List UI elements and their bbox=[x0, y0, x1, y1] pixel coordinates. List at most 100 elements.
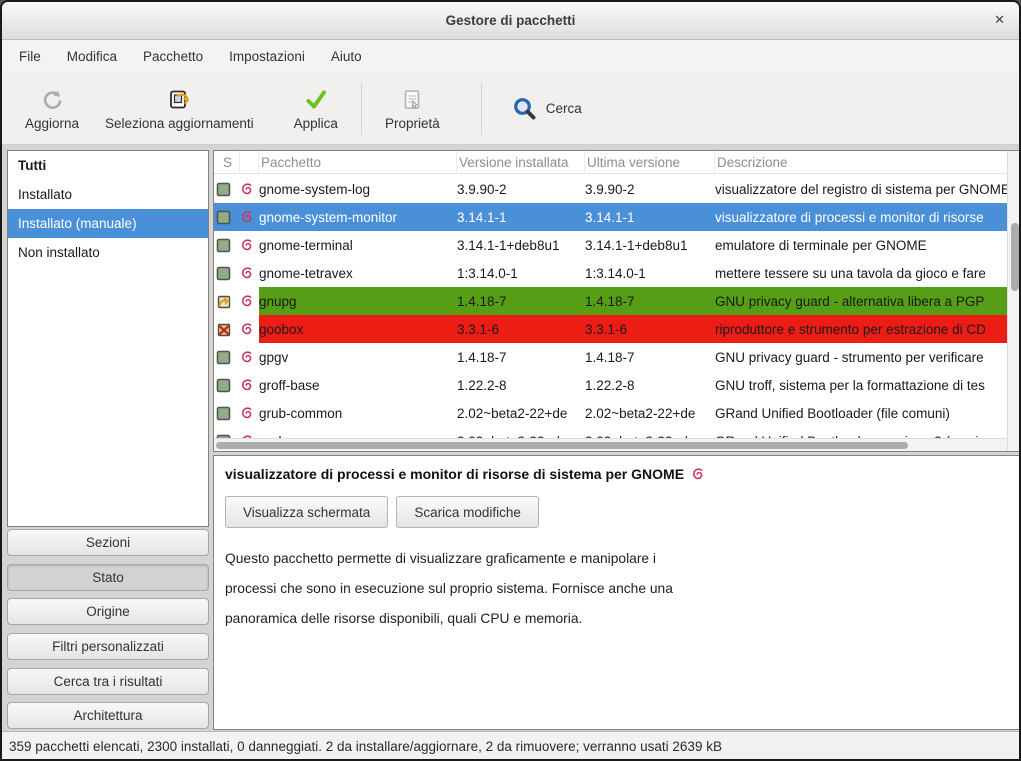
reload-button[interactable]: Aggiorna bbox=[12, 77, 92, 141]
horizontal-scrollbar-thumb[interactable] bbox=[216, 442, 908, 449]
installed-version: 2.02~beta2-22+de bbox=[457, 399, 585, 427]
filter-list: Tutti Installato Installato (manuale) No… bbox=[7, 150, 209, 527]
package-name: groff-base bbox=[259, 371, 457, 399]
status-button[interactable]: Stato bbox=[7, 564, 209, 591]
description-line: Questo pacchetto permette di visualizzar… bbox=[225, 544, 1021, 574]
status-installed-icon[interactable] bbox=[214, 175, 240, 203]
vertical-scrollbar-thumb[interactable] bbox=[1011, 223, 1019, 291]
synaptic-window: Gestore di pacchetti ✕ File Modifica Pac… bbox=[0, 0, 1021, 761]
debian-swirl-icon bbox=[240, 343, 259, 371]
table-row-selected[interactable]: gnome-system-monitor 3.14.1-1 3.14.1-1 v… bbox=[214, 203, 1008, 231]
debian-swirl-icon bbox=[240, 371, 259, 399]
menu-pacchetto[interactable]: Pacchetto bbox=[130, 43, 216, 70]
table-row[interactable]: gnome-tetravex 1:3.14.0-1 1:3.14.0-1 met… bbox=[214, 259, 1008, 287]
status-installed-icon[interactable] bbox=[214, 399, 240, 427]
column-header-installed-version[interactable]: Versione installata bbox=[457, 151, 585, 173]
package-description: GNU privacy guard - alternativa libera a… bbox=[715, 287, 1008, 315]
debian-swirl-icon bbox=[240, 203, 259, 231]
search-icon bbox=[512, 96, 537, 121]
package-name: gnome-system-monitor bbox=[259, 203, 457, 231]
latest-version: 1:3.14.0-1 bbox=[585, 259, 715, 287]
column-header-status[interactable]: S bbox=[214, 151, 240, 173]
filter-item-installato[interactable]: Installato bbox=[8, 180, 208, 209]
sections-button[interactable]: Sezioni bbox=[7, 529, 209, 556]
debian-swirl-icon bbox=[691, 467, 705, 481]
installed-version: 1:3.14.0-1 bbox=[457, 259, 585, 287]
close-icon[interactable]: ✕ bbox=[994, 12, 1005, 28]
debian-swirl-icon bbox=[240, 259, 259, 287]
debian-swirl-icon bbox=[240, 315, 259, 343]
latest-version: 1.4.18-7 bbox=[585, 343, 715, 371]
table-row-marked-reinstall[interactable]: gnupg 1.4.18-7 1.4.18-7 GNU privacy guar… bbox=[214, 287, 1008, 315]
installed-version: 3.3.1-6 bbox=[457, 315, 585, 343]
filter-item-non-installato[interactable]: Non installato bbox=[8, 238, 208, 267]
properties-button[interactable]: Proprietà bbox=[372, 77, 453, 141]
select-upgrades-icon bbox=[166, 87, 192, 113]
table-row-marked-removal[interactable]: goobox 3.3.1-6 3.3.1-6 riproduttore e st… bbox=[214, 315, 1008, 343]
changelog-button[interactable]: Scarica modifiche bbox=[396, 496, 539, 528]
package-name: gnome-system-log bbox=[259, 175, 457, 203]
architecture-button[interactable]: Architettura bbox=[7, 702, 209, 729]
search-results-button[interactable]: Cerca tra i risultati bbox=[7, 668, 209, 695]
description-line: processi che sono in esecuzione sul prop… bbox=[225, 574, 1021, 604]
origin-button[interactable]: Origine bbox=[7, 598, 209, 625]
table-row[interactable]: groff-base 1.22.2-8 1.22.2-8 GNU troff, … bbox=[214, 371, 1008, 399]
status-installed-icon[interactable] bbox=[214, 203, 240, 231]
menu-bar: File Modifica Pacchetto Impostazioni Aiu… bbox=[2, 40, 1019, 73]
status-installed-icon[interactable] bbox=[214, 259, 240, 287]
latest-version: 3.9.90-2 bbox=[585, 175, 715, 203]
installed-version: 1.4.18-7 bbox=[457, 343, 585, 371]
properties-icon bbox=[399, 87, 425, 113]
status-text: 359 pacchetti elencati, 2300 installati,… bbox=[9, 739, 722, 754]
detail-title: visualizzatore di processi e monitor di … bbox=[225, 466, 1021, 482]
debian-swirl-icon bbox=[240, 399, 259, 427]
table-row[interactable]: grub-common 2.02~beta2-22+de 2.02~beta2-… bbox=[214, 399, 1008, 427]
search-button[interactable]: Cerca bbox=[500, 90, 594, 127]
reload-label: Aggiorna bbox=[25, 116, 79, 131]
installed-version: 1.4.18-7 bbox=[457, 287, 585, 315]
column-header-description[interactable]: Descrizione bbox=[715, 151, 1008, 173]
apply-button[interactable]: Applica bbox=[281, 77, 351, 141]
debian-swirl-icon bbox=[240, 287, 259, 315]
menu-file[interactable]: File bbox=[6, 43, 54, 70]
horizontal-scrollbar[interactable] bbox=[214, 438, 1008, 451]
table-row[interactable]: gnome-system-log 3.9.90-2 3.9.90-2 visua… bbox=[214, 175, 1008, 203]
status-installed-icon[interactable] bbox=[214, 231, 240, 259]
latest-version: 3.3.1-6 bbox=[585, 315, 715, 343]
status-installed-icon[interactable] bbox=[214, 343, 240, 371]
column-header-package[interactable]: Pacchetto bbox=[259, 151, 457, 173]
table-row[interactable]: gnome-terminal 3.14.1-1+deb8u1 3.14.1-1+… bbox=[214, 231, 1008, 259]
details-pane: visualizzatore di processi e monitor di … bbox=[213, 455, 1021, 730]
latest-version: 3.14.1-1 bbox=[585, 203, 715, 231]
mark-upgrades-button[interactable]: Seleziona aggiornamenti bbox=[92, 77, 267, 141]
table-row[interactable]: gpgv 1.4.18-7 1.4.18-7 GNU privacy guard… bbox=[214, 343, 1008, 371]
menu-impostazioni[interactable]: Impostazioni bbox=[216, 43, 318, 70]
custom-filters-button[interactable]: Filtri personalizzati bbox=[7, 633, 209, 660]
mark-upgrades-label: Seleziona aggiornamenti bbox=[105, 116, 254, 131]
menu-modifica[interactable]: Modifica bbox=[54, 43, 130, 70]
package-description: GRand Unified Bootloader (file comuni) bbox=[715, 399, 1008, 427]
package-table: S Pacchetto Versione installata Ultima v… bbox=[213, 150, 1021, 452]
status-remove-icon[interactable] bbox=[214, 315, 240, 343]
filter-item-installato-manuale[interactable]: Installato (manuale) bbox=[8, 209, 208, 238]
package-description: emulatore di terminale per GNOME bbox=[715, 231, 1008, 259]
status-reinstall-icon[interactable] bbox=[214, 287, 240, 315]
filter-item-tutti[interactable]: Tutti bbox=[8, 151, 208, 180]
debian-swirl-icon bbox=[240, 175, 259, 203]
column-header-latest-version[interactable]: Ultima versione bbox=[585, 151, 715, 173]
installed-version: 3.14.1-1 bbox=[457, 203, 585, 231]
status-installed-icon[interactable] bbox=[214, 371, 240, 399]
column-header-supported[interactable] bbox=[240, 151, 259, 173]
screenshot-button[interactable]: Visualizza schermata bbox=[225, 496, 388, 528]
detail-title-text: visualizzatore di processi e monitor di … bbox=[225, 466, 684, 482]
package-name: goobox bbox=[259, 315, 457, 343]
package-description: mettere tessere su una tavola da gioco e… bbox=[715, 259, 1008, 287]
title-bar[interactable]: Gestore di pacchetti ✕ bbox=[2, 2, 1019, 40]
latest-version: 3.14.1-1+deb8u1 bbox=[585, 231, 715, 259]
package-description: visualizzatore di processi e monitor di … bbox=[715, 203, 1008, 231]
vertical-scrollbar[interactable] bbox=[1007, 151, 1021, 451]
latest-version: 1.4.18-7 bbox=[585, 287, 715, 315]
search-label: Cerca bbox=[546, 101, 582, 116]
menu-aiuto[interactable]: Aiuto bbox=[318, 43, 375, 70]
package-name: gnome-tetravex bbox=[259, 259, 457, 287]
